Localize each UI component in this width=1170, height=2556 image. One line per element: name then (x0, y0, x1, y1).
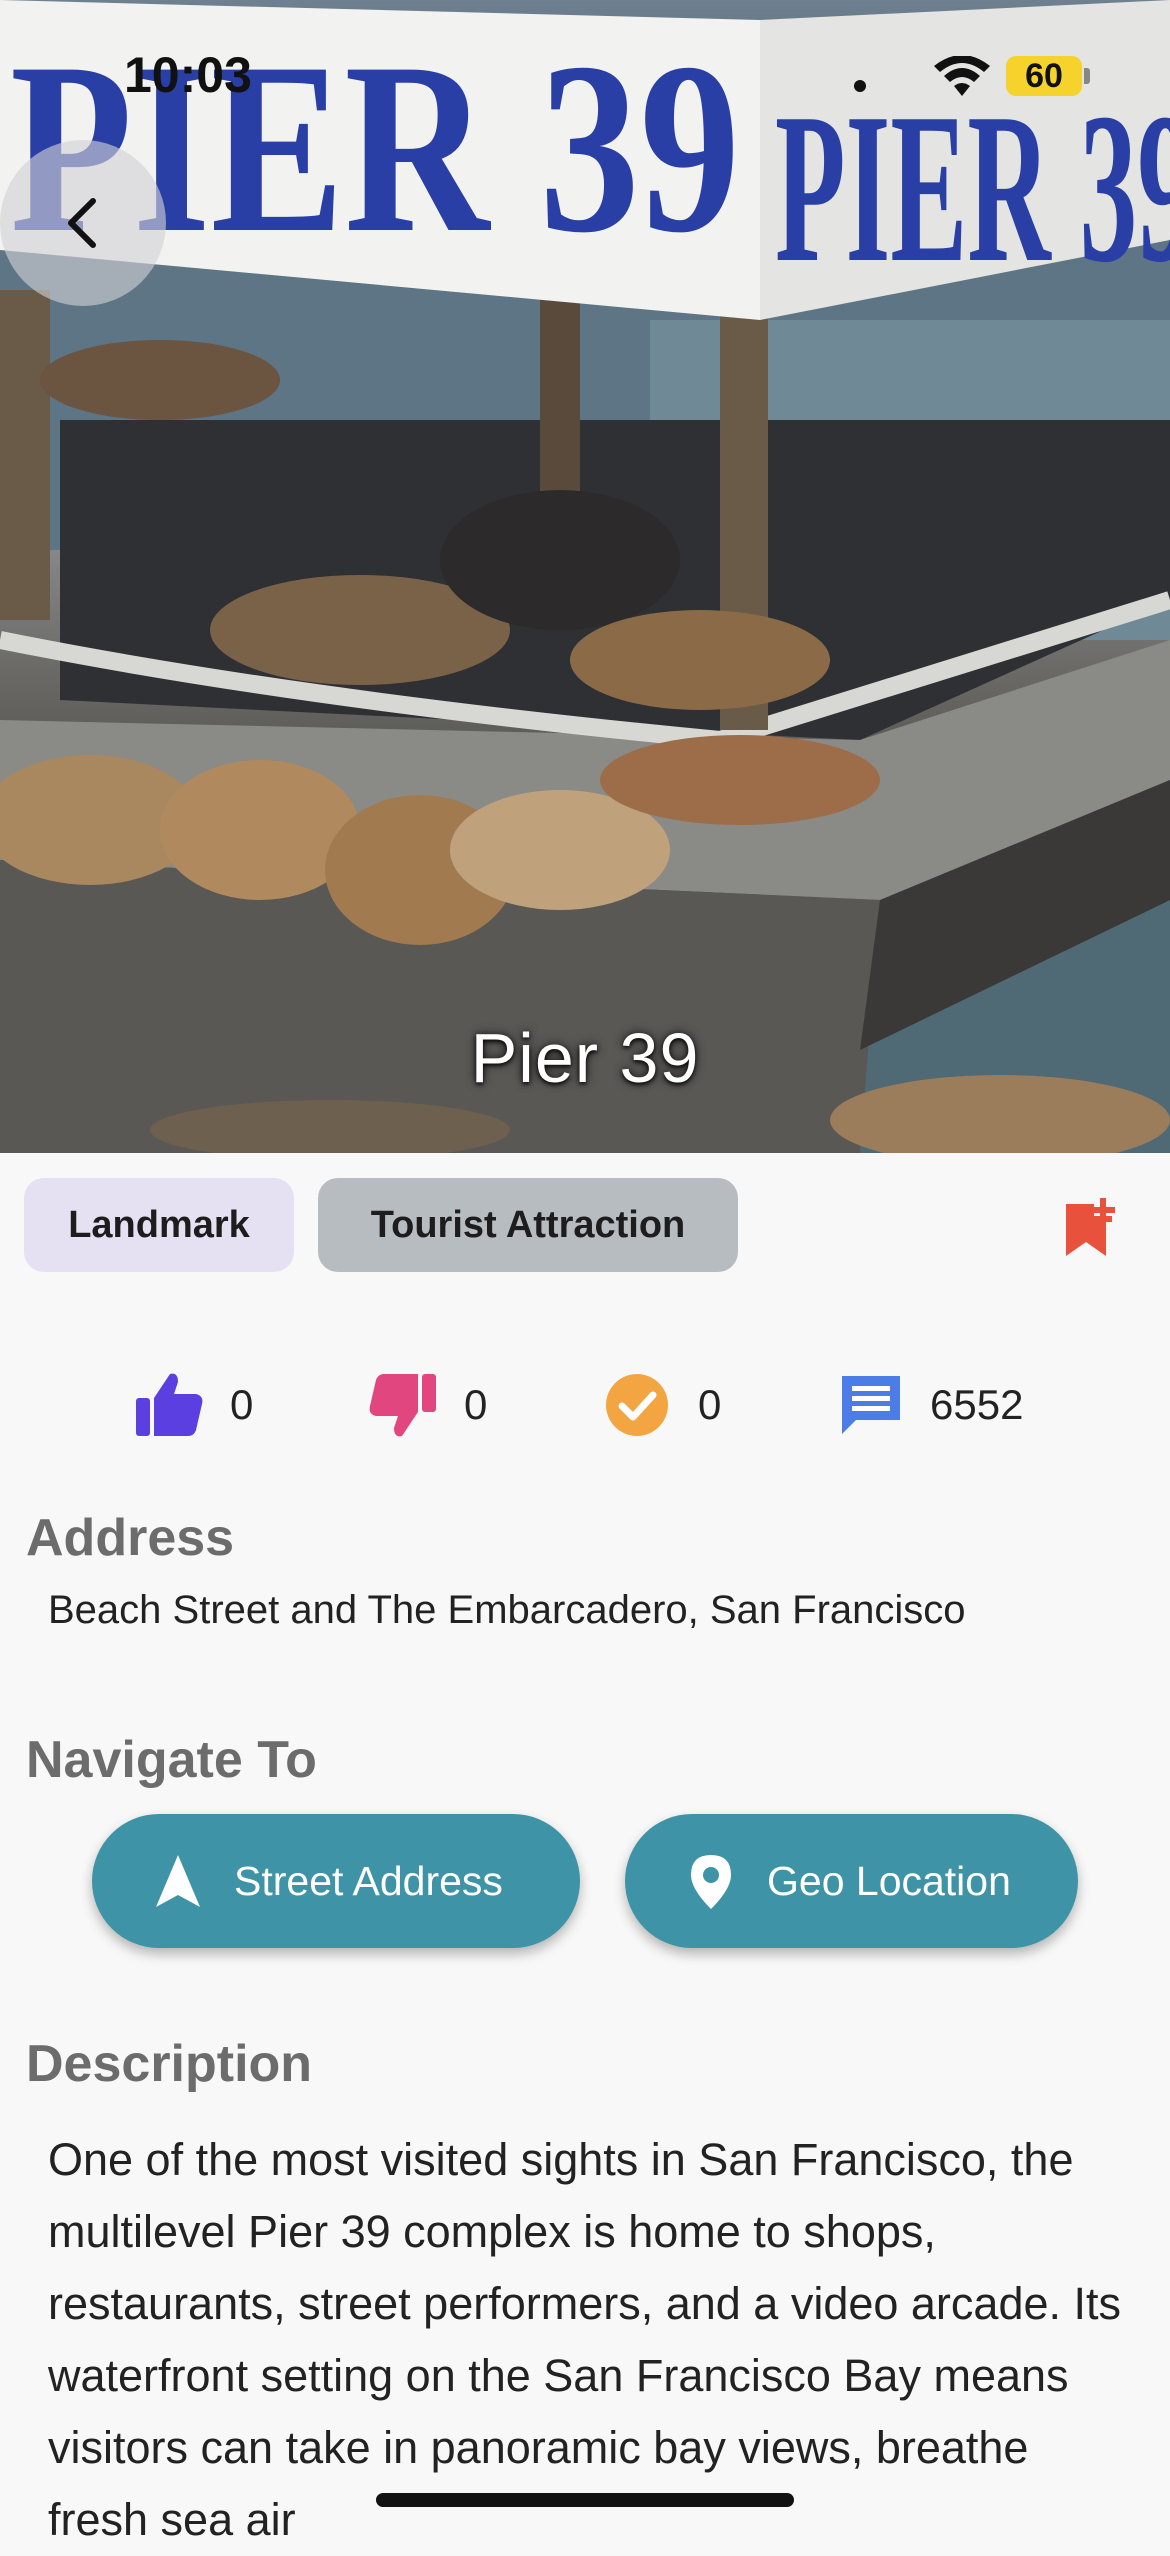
place-title: Pier 39 (470, 1019, 700, 1097)
tag-landmark[interactable]: Landmark (24, 1178, 294, 1272)
likes-count: 0 (230, 1381, 254, 1428)
address-text: Beach Street and The Embarcadero, San Fr… (48, 1588, 966, 1632)
battery-icon: 60 (1006, 56, 1082, 96)
pier-photo: PIER 39 PIER 39 (0, 0, 1170, 1153)
street-address-button[interactable]: Street Address (92, 1814, 580, 1948)
navigate-heading: Navigate To (26, 1731, 317, 1789)
navigation-arrow-icon (156, 1855, 200, 1907)
map-pin-icon (691, 1855, 731, 1909)
thumbs-down-icon[interactable] (368, 1370, 438, 1440)
tag-tourist-attraction[interactable]: Tourist Attraction (318, 1178, 738, 1272)
comments-count: 6552 (930, 1381, 1024, 1428)
street-address-label: Street Address (234, 1857, 503, 1904)
thumbs-up-icon[interactable] (134, 1370, 204, 1440)
geo-location-label: Geo Location (767, 1857, 1011, 1904)
home-indicator[interactable] (376, 2493, 794, 2507)
dislikes-count: 0 (464, 1381, 488, 1428)
status-bar: 10:03 60 (0, 0, 1170, 150)
back-button[interactable] (0, 140, 166, 306)
camera-dot-icon (854, 80, 866, 92)
visited-count: 0 (698, 1381, 722, 1428)
description-heading: Description (26, 2035, 313, 2093)
address-heading: Address (26, 1509, 235, 1567)
chevron-left-icon (68, 198, 96, 248)
status-time: 10:03 (124, 47, 252, 103)
comment-icon[interactable] (836, 1370, 906, 1440)
description-text: One of the most visited sights in San Fr… (48, 2134, 1122, 2545)
bookmark-add-icon[interactable] (1060, 1196, 1118, 1258)
battery-cap (1084, 68, 1090, 84)
check-circle-icon[interactable] (602, 1370, 672, 1440)
wifi-icon (934, 56, 990, 96)
geo-location-button[interactable]: Geo Location (625, 1814, 1078, 1948)
hero-image: PIER 39 PIER 39 Pier 39 (0, 0, 1170, 1153)
